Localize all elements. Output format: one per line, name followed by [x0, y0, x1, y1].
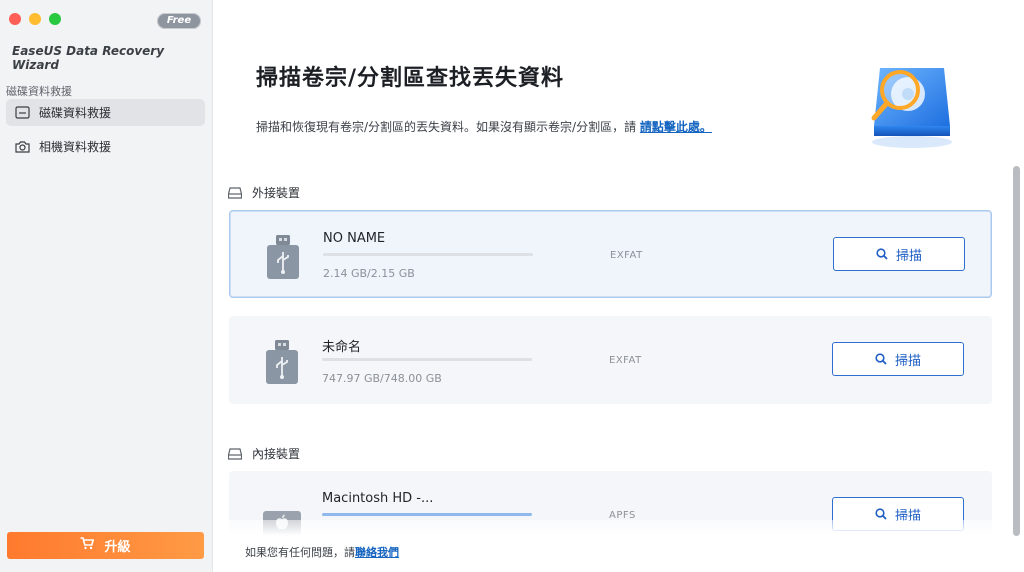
drive-card-no-name[interactable]: NO NAME 2.14 GB/2.15 GB EXFAT 掃描 — [229, 210, 992, 298]
external-devices-label: 外接裝置 — [252, 186, 301, 200]
drive-usage-bar — [323, 253, 533, 256]
click-here-link[interactable]: 請點擊此處。 — [640, 120, 712, 134]
sidebar-item-camera-recovery[interactable]: 相機資料救援 — [6, 133, 205, 160]
internal-devices-header: 內接裝置 — [228, 445, 300, 462]
zoom-window-button[interactable] — [49, 13, 61, 25]
internal-devices-label: 內接裝置 — [252, 447, 301, 461]
window-controls — [9, 13, 61, 25]
drive-size: 2.14 GB/2.15 GB — [323, 267, 415, 280]
minimize-window-button[interactable] — [29, 13, 41, 25]
drive-filesystem: EXFAT — [610, 250, 643, 261]
camera-icon — [14, 139, 30, 155]
usb-drive-icon — [263, 233, 303, 281]
app-title: EaseUS Data Recovery Wizard — [12, 44, 165, 72]
page-title: 掃描卷宗/分割區查找丟失資料 — [256, 66, 565, 91]
contact-us-link[interactable]: 聯絡我們 — [355, 546, 399, 559]
external-devices-header: 外接裝置 — [228, 184, 300, 201]
drive-card-unnamed[interactable]: 未命名 747.97 GB/748.00 GB EXFAT 掃描 — [229, 316, 992, 404]
sidebar-item-disk-recovery[interactable]: 磁碟資料救援 — [6, 99, 205, 126]
footer-help-text: 如果您有任何問題，請 — [245, 546, 355, 559]
hard-disk-icon — [228, 447, 242, 460]
drive-name: 未命名 — [322, 340, 362, 355]
drive-filesystem: EXFAT — [609, 355, 642, 366]
sidebar-item-label: 相機資料救援 — [39, 140, 112, 154]
disk-search-illustration — [862, 56, 962, 156]
drive-usage-bar — [322, 513, 532, 516]
scan-label: 掃描 — [894, 353, 921, 369]
upgrade-button[interactable]: 升級 — [7, 532, 204, 559]
scrollbar-thumb[interactable] — [1013, 166, 1020, 536]
free-badge: Free — [157, 13, 201, 29]
drive-usage-bar — [322, 358, 532, 361]
cart-icon — [80, 537, 95, 554]
footer-help: 如果您有任何問題，請聯絡我們 — [245, 544, 399, 560]
drive-name: NO NAME — [323, 231, 386, 246]
drive-size: 747.97 GB/748.00 GB — [322, 372, 442, 385]
page-description-text: 掃描和恢復現有卷宗/分割區的丟失資料。如果沒有顯示卷宗/分割區，請 — [256, 120, 640, 134]
search-icon — [876, 248, 888, 260]
close-window-button[interactable] — [9, 13, 21, 25]
scan-button[interactable]: 掃描 — [832, 342, 964, 376]
sidebar-section-label: 磁碟資料救援 — [6, 85, 72, 98]
sidebar: Free EaseUS Data Recovery Wizard 磁碟資料救援 … — [0, 0, 213, 572]
drive-icon — [14, 105, 30, 121]
scan-label: 掃描 — [895, 248, 922, 264]
scan-button[interactable]: 掃描 — [833, 237, 965, 271]
main-panel: 掃描卷宗/分割區查找丟失資料 掃描和恢復現有卷宗/分割區的丟失資料。如果沒有顯示… — [214, 0, 1024, 572]
search-icon — [875, 508, 887, 520]
page-description: 掃描和恢復現有卷宗/分割區的丟失資料。如果沒有顯示卷宗/分割區，請 請點擊此處。 — [256, 118, 712, 135]
upgrade-label: 升級 — [104, 540, 131, 555]
sidebar-item-label: 磁碟資料救援 — [39, 106, 112, 120]
drive-name: Macintosh HD -... — [322, 491, 434, 506]
hard-disk-icon — [228, 186, 242, 199]
search-icon — [875, 353, 887, 365]
usb-drive-icon — [262, 338, 302, 386]
